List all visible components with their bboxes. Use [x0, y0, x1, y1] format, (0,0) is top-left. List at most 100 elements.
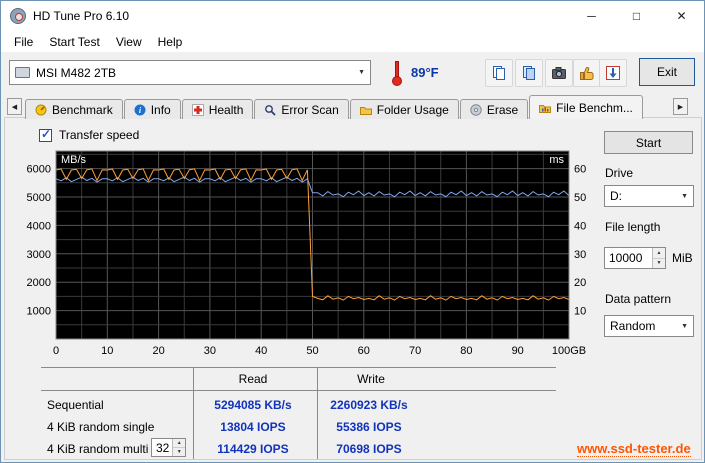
svg-text:0: 0 — [53, 345, 59, 357]
svg-text:1000: 1000 — [27, 306, 51, 318]
folder-icon — [359, 106, 372, 115]
svg-text:5000: 5000 — [27, 192, 51, 204]
svg-text:40: 40 — [574, 220, 586, 232]
tab-error-scan[interactable]: Error Scan — [254, 99, 349, 119]
menu-file[interactable]: File — [6, 33, 41, 51]
tab-scroll-right-button[interactable]: ▶ — [673, 98, 688, 115]
svg-text:2000: 2000 — [27, 277, 51, 289]
gauge-icon — [35, 104, 47, 115]
data-pattern-dropdown[interactable]: Random ▼ — [604, 315, 694, 337]
window-controls: ─ □ ✕ — [569, 1, 704, 31]
row-random-single-label: 4 KiB random single — [47, 420, 155, 434]
health-cross-icon — [191, 103, 204, 116]
copy-text-button[interactable] — [485, 59, 513, 87]
svg-text:50: 50 — [574, 192, 586, 204]
screenshot-button[interactable] — [545, 59, 573, 87]
svg-text:50: 50 — [306, 345, 318, 357]
transfer-speed-checkbox[interactable]: ✓ — [39, 126, 52, 142]
file-length-value: 10000 — [609, 251, 643, 265]
file-length-stepper[interactable]: 10000 ▲ ▼ — [604, 247, 666, 269]
checkmark-icon: ✓ — [41, 126, 52, 141]
drive-icon — [15, 67, 30, 78]
read-column-header: Read — [238, 372, 268, 386]
svg-text:40: 40 — [255, 345, 267, 357]
hd-tune-window: HD Tune Pro 6.10 ─ □ ✕ File Start Test V… — [0, 0, 705, 463]
queue-depth-value: 32 — [156, 441, 170, 455]
spin-up-icon[interactable]: ▲ — [653, 248, 665, 259]
copy-image-icon — [523, 66, 535, 80]
temperature-value: 89°F — [411, 65, 439, 80]
magnifier-icon — [265, 104, 277, 116]
file-length-label: File length — [605, 220, 661, 234]
svg-text:60: 60 — [574, 164, 586, 176]
tab-file-benchmark[interactable]: File Benchm... — [529, 95, 643, 119]
menu-bar: File Start Test View Help — [1, 31, 704, 52]
drive-select-dropdown[interactable]: MSI M482 2TB ▼ — [9, 60, 371, 85]
sequential-write-value: 2260923 KB/s — [330, 398, 408, 412]
random-multi-write-value: 70698 IOPS — [336, 442, 402, 456]
random-multi-read-value: 114429 IOPS — [217, 442, 289, 456]
table-header-rule — [41, 390, 556, 391]
drive-select-value: MSI M482 2TB — [36, 65, 117, 80]
tab-scroll-left-button[interactable]: ◀ — [7, 98, 22, 115]
svg-text:20: 20 — [574, 277, 586, 289]
row-random-multi-label: 4 KiB random multi — [47, 442, 149, 456]
watermark-link: www.ssd-tester.de — [577, 441, 691, 457]
donate-button[interactable] — [573, 59, 601, 87]
drive-dropdown-value: D: — [610, 189, 622, 203]
table-divider-1 — [193, 367, 194, 459]
svg-text:90: 90 — [512, 345, 524, 357]
queue-depth-stepper[interactable]: 32 ▲ ▼ — [151, 438, 186, 457]
chevron-down-icon: ▼ — [358, 69, 365, 76]
exit-button[interactable]: Exit — [639, 58, 695, 86]
spin-down-icon[interactable]: ▼ — [173, 448, 185, 456]
tab-strip: ◀ Benchmark i Info Health Error Scan Fol… — [1, 94, 704, 119]
tabs: Benchmark i Info Health Error Scan Folde… — [25, 95, 644, 119]
write-column-header: Write — [357, 372, 385, 386]
menu-view[interactable]: View — [108, 33, 150, 51]
tab-health[interactable]: Health — [181, 99, 254, 119]
tab-erase[interactable]: Erase — [459, 99, 529, 119]
transfer-speed-label: Transfer speed — [59, 128, 140, 142]
copy-text-icon — [493, 66, 505, 80]
download-icon — [606, 66, 620, 80]
copy-image-button[interactable] — [515, 59, 543, 87]
disc-icon — [470, 103, 482, 116]
start-button[interactable]: Start — [604, 131, 693, 154]
svg-text:3000: 3000 — [27, 249, 51, 261]
minimize-button[interactable]: ─ — [569, 1, 614, 31]
drive-label: Drive — [605, 166, 634, 180]
chevron-down-icon: ▼ — [681, 322, 688, 330]
file-benchmark-folder-icon — [539, 104, 552, 113]
svg-text:6000: 6000 — [27, 164, 51, 176]
drive-dropdown[interactable]: D: ▼ — [604, 185, 694, 207]
save-button[interactable] — [599, 59, 627, 87]
svg-text:4000: 4000 — [27, 220, 51, 232]
svg-text:80: 80 — [460, 345, 472, 357]
data-pattern-label: Data pattern — [605, 292, 672, 306]
spin-up-icon[interactable]: ▲ — [173, 439, 185, 448]
spin-down-icon[interactable]: ▼ — [653, 258, 665, 268]
maximize-button[interactable]: □ — [614, 1, 659, 31]
transfer-speed-option[interactable]: ✓ Transfer speed — [39, 126, 140, 142]
toolbar: MSI M482 2TB ▼ 89°F Exit — [1, 52, 704, 94]
close-button[interactable]: ✕ — [659, 1, 704, 31]
svg-text:30: 30 — [574, 249, 586, 261]
tab-info[interactable]: i Info — [123, 99, 181, 119]
table-top-rule — [41, 367, 556, 368]
svg-text:100GB: 100GB — [552, 345, 586, 357]
svg-text:MB/s: MB/s — [61, 154, 87, 166]
tab-benchmark[interactable]: Benchmark — [25, 99, 123, 119]
camera-icon — [552, 67, 566, 79]
menu-start-test[interactable]: Start Test — [41, 33, 107, 51]
svg-text:70: 70 — [409, 345, 421, 357]
random-single-read-value: 13804 IOPS — [220, 420, 286, 434]
title-bar: HD Tune Pro 6.10 ─ □ ✕ — [1, 1, 704, 31]
file-length-unit: MiB — [672, 251, 693, 265]
menu-help[interactable]: Help — [150, 33, 191, 51]
svg-text:60: 60 — [358, 345, 370, 357]
row-sequential-label: Sequential — [47, 398, 104, 412]
tab-folder-usage[interactable]: Folder Usage — [349, 99, 459, 119]
hand-icon — [580, 67, 594, 80]
svg-text:10: 10 — [101, 345, 113, 357]
